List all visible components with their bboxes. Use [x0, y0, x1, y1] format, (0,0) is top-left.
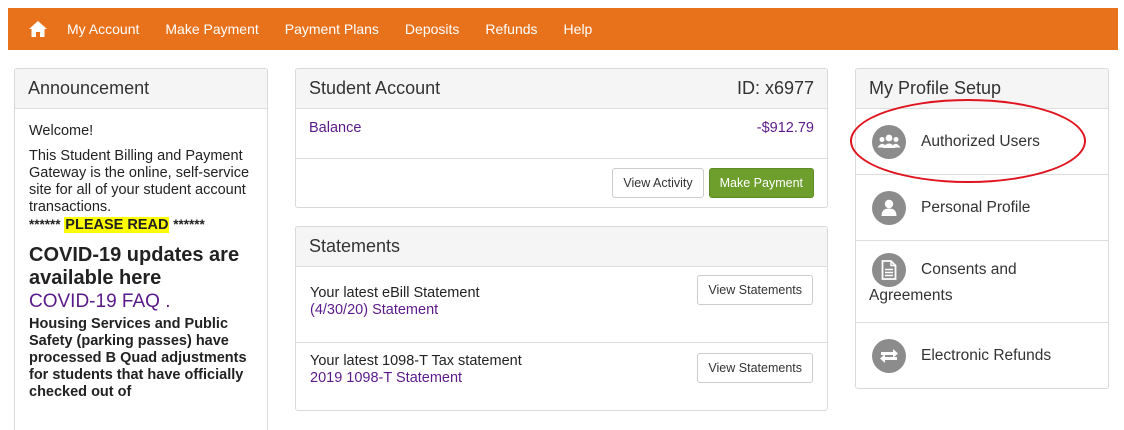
announcement-header: Announcement [15, 69, 267, 109]
covid-faq-link[interactable]: COVID-19 FAQ [29, 291, 160, 312]
profile-item-consents[interactable]: Consents and Agreements [856, 241, 1108, 323]
please-read-highlight: PLEASE READ [64, 217, 170, 233]
nav-payment-plans[interactable]: Payment Plans [285, 21, 379, 37]
personal-profile-label: Personal Profile [921, 198, 1031, 216]
document-icon [872, 253, 906, 287]
ebill-statement-link[interactable]: (4/30/20) Statement [310, 302, 480, 319]
home-icon[interactable] [25, 16, 51, 42]
user-icon [872, 190, 906, 225]
covid-faq-suffix: . [159, 291, 171, 312]
profile-setup-title: My Profile Setup [869, 78, 1002, 98]
refresh-icon [872, 339, 906, 373]
covid-faq-line: COVID-19 FAQ . [29, 290, 253, 314]
announcement-panel: Announcement Welcome! This Student Billi… [14, 68, 268, 430]
statement-text: Your latest 1098-T Tax statement 2019 10… [310, 353, 522, 410]
student-id: ID: x6977 [736, 78, 814, 98]
nav-make-payment[interactable]: Make Payment [165, 21, 258, 37]
please-read-prefix: ****** [29, 217, 61, 232]
please-read-suffix: ****** [173, 217, 205, 232]
users-icon [872, 124, 906, 159]
balance-row: Balance -$912.79 [296, 109, 827, 159]
profile-item-authorized-users[interactable]: Authorized Users [856, 109, 1108, 175]
statements-header: Statements [296, 227, 827, 267]
welcome-text: Welcome! [29, 123, 94, 139]
make-payment-button[interactable]: Make Payment [708, 168, 814, 198]
agreements-label: Agreements [869, 287, 953, 304]
balance-label[interactable]: Balance [309, 120, 361, 136]
balance-value: -$912.79 [756, 119, 814, 136]
student-account-header: Student Account ID: x6977 [296, 69, 827, 109]
announcement-title: Announcement [28, 78, 150, 98]
please-read-line: ****** PLEASE READ ****** [29, 216, 253, 234]
profile-setup-header: My Profile Setup [856, 69, 1108, 109]
profile-item-electronic-refunds[interactable]: Electronic Refunds [856, 323, 1108, 388]
statement-description: Your latest 1098-T Tax statement [310, 353, 522, 369]
announcement-body: Welcome! This Student Billing and Paymen… [15, 109, 267, 401]
1098t-statement-link[interactable]: 2019 1098-T Statement [310, 370, 522, 387]
authorized-users-label: Authorized Users [921, 132, 1040, 150]
top-nav: My Account Make Payment Payment Plans De… [8, 8, 1118, 50]
statement-text: Your latest eBill Statement (4/30/20) St… [310, 285, 480, 342]
statements-title: Statements [309, 236, 401, 256]
profile-setup-panel: My Profile Setup Authorized Users Person… [855, 68, 1109, 389]
nav-my-account[interactable]: My Account [67, 21, 139, 37]
view-1098t-statements-button[interactable]: View Statements [697, 353, 813, 383]
statement-description: Your latest eBill Statement [310, 285, 480, 301]
statement-row-1098t: Your latest 1098-T Tax statement 2019 10… [296, 343, 827, 410]
student-account-title: Student Account [309, 78, 441, 98]
view-activity-button[interactable]: View Activity [612, 168, 704, 198]
intro-text: This Student Billing and Payment Gateway… [29, 148, 250, 215]
consents-first-line: Consents and [872, 253, 1108, 287]
nav-refunds[interactable]: Refunds [485, 21, 537, 37]
view-statements-button[interactable]: View Statements [697, 275, 813, 305]
electronic-refunds-label: Electronic Refunds [921, 347, 1052, 364]
account-actions: View Activity Make Payment [296, 159, 827, 207]
statements-panel: Statements Your latest eBill Statement (… [295, 226, 828, 411]
student-account-panel: Student Account ID: x6977 Balance -$912.… [295, 68, 828, 208]
nav-deposits[interactable]: Deposits [405, 21, 459, 37]
housing-text: Housing Services and Public Safety (park… [29, 316, 247, 400]
consents-label: Consents and [921, 261, 1017, 278]
nav-help[interactable]: Help [564, 21, 593, 37]
statement-row-ebill: Your latest eBill Statement (4/30/20) St… [296, 267, 827, 343]
covid-heading: COVID-19 updates are available here [29, 244, 240, 289]
profile-item-personal-profile[interactable]: Personal Profile [856, 175, 1108, 241]
